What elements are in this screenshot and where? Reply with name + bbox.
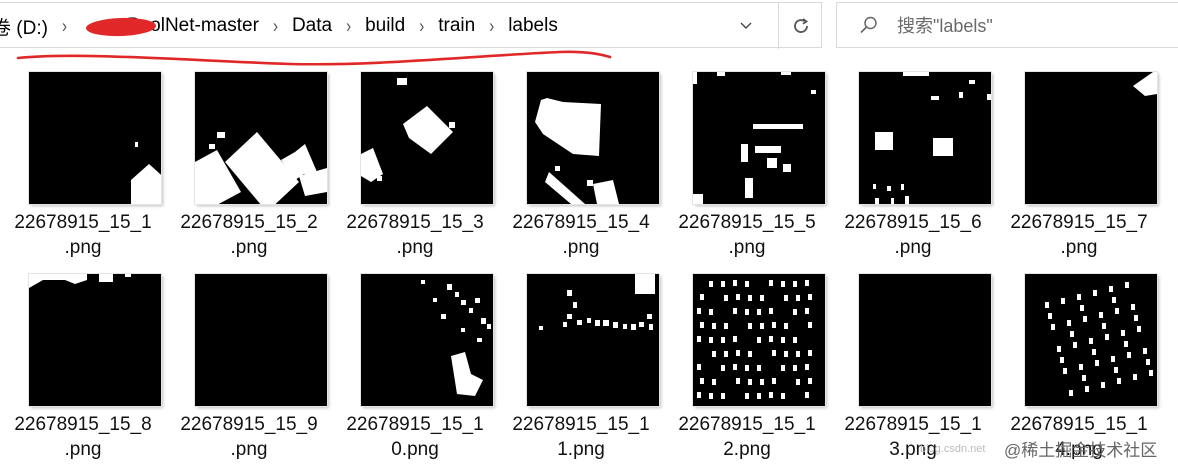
label-mask-thumbnail xyxy=(859,72,991,204)
breadcrumb-drive[interactable]: 卷 (D:) xyxy=(0,13,52,40)
file-name: 22678915_15_3 .png xyxy=(346,212,484,258)
file-name: 22678915_15_7 .png xyxy=(1010,212,1148,258)
watermark: @稀土掘金技术社区 xyxy=(1004,441,1158,460)
label-mask-thumbnail xyxy=(693,274,825,406)
file-name: 22678915_15_5 .png xyxy=(678,212,816,258)
breadcrumb-labels[interactable]: labels xyxy=(504,15,562,37)
file-item[interactable]: 22678915_15_2 .png xyxy=(166,72,332,272)
file-item[interactable]: 22678915_15_3 .png xyxy=(332,72,498,272)
file-item[interactable]: 22678915_15_5 .png xyxy=(664,72,830,272)
chevron-down-icon[interactable] xyxy=(728,3,764,49)
breadcrumb-separator-icon[interactable]: › xyxy=(479,15,504,37)
file-item[interactable]: 22678915_15_8 .png xyxy=(0,274,166,474)
label-mask-thumbnail xyxy=(29,72,161,204)
watermark-url: blog.csdn.net xyxy=(920,443,986,455)
file-item[interactable]: 22678915_15_1 .png xyxy=(0,72,166,272)
file-item[interactable]: 22678915_15_4 .png xyxy=(498,72,664,272)
file-name: 22678915_15_1 .png xyxy=(14,212,152,258)
file-item[interactable]: 22678915_15_7 .png xyxy=(996,72,1162,272)
label-mask-thumbnail xyxy=(195,72,327,204)
file-name: 22678915_15_1 1.png xyxy=(512,414,650,460)
label-mask-thumbnail xyxy=(527,274,659,406)
file-name: 22678915_15_2 .png xyxy=(180,212,318,258)
label-mask-thumbnail xyxy=(195,274,327,406)
file-item[interactable]: 22678915_15_9 .png xyxy=(166,274,332,474)
red-underline-annotation xyxy=(16,50,612,66)
refresh-icon[interactable] xyxy=(778,3,822,49)
label-mask-thumbnail xyxy=(1025,72,1157,204)
file-name: 22678915_15_4 .png xyxy=(512,212,650,258)
breadcrumb-separator-icon[interactable]: › xyxy=(263,15,288,37)
file-item[interactable]: 22678915_15_6 .png xyxy=(830,72,996,272)
label-mask-thumbnail xyxy=(527,72,659,204)
file-name: 22678915_15_9 .png xyxy=(180,414,318,460)
label-mask-thumbnail xyxy=(29,274,161,406)
breadcrumb-train[interactable]: train xyxy=(434,15,479,37)
label-mask-thumbnail xyxy=(859,274,991,406)
file-item[interactable]: 22678915_15_1 0.png xyxy=(332,274,498,474)
search-box[interactable]: 搜索"labels" xyxy=(836,2,1178,48)
breadcrumb-separator-icon[interactable]: › xyxy=(409,15,434,37)
search-input[interactable]: 搜索"labels" xyxy=(897,12,993,38)
label-mask-thumbnail xyxy=(361,72,493,204)
file-name: 22678915_15_6 .png xyxy=(844,212,982,258)
breadcrumb-data[interactable]: Data xyxy=(288,15,336,37)
label-mask-thumbnail xyxy=(693,72,825,204)
file-name: 22678915_15_1 2.png xyxy=(678,414,816,460)
breadcrumb-build[interactable]: build xyxy=(361,15,409,37)
label-mask-thumbnail xyxy=(1025,274,1157,406)
breadcrumb-separator-icon[interactable]: › xyxy=(336,15,361,37)
file-name: 22678915_15_1 0.png xyxy=(346,414,484,460)
file-item[interactable]: 22678915_15_1 1.png xyxy=(498,274,664,474)
breadcrumb-separator-icon[interactable]: › xyxy=(52,15,77,37)
label-mask-thumbnail xyxy=(361,274,493,406)
file-item[interactable]: 22678915_15_1 2.png xyxy=(664,274,830,474)
search-icon xyxy=(860,16,877,34)
file-name: 22678915_15_8 .png xyxy=(14,414,152,460)
